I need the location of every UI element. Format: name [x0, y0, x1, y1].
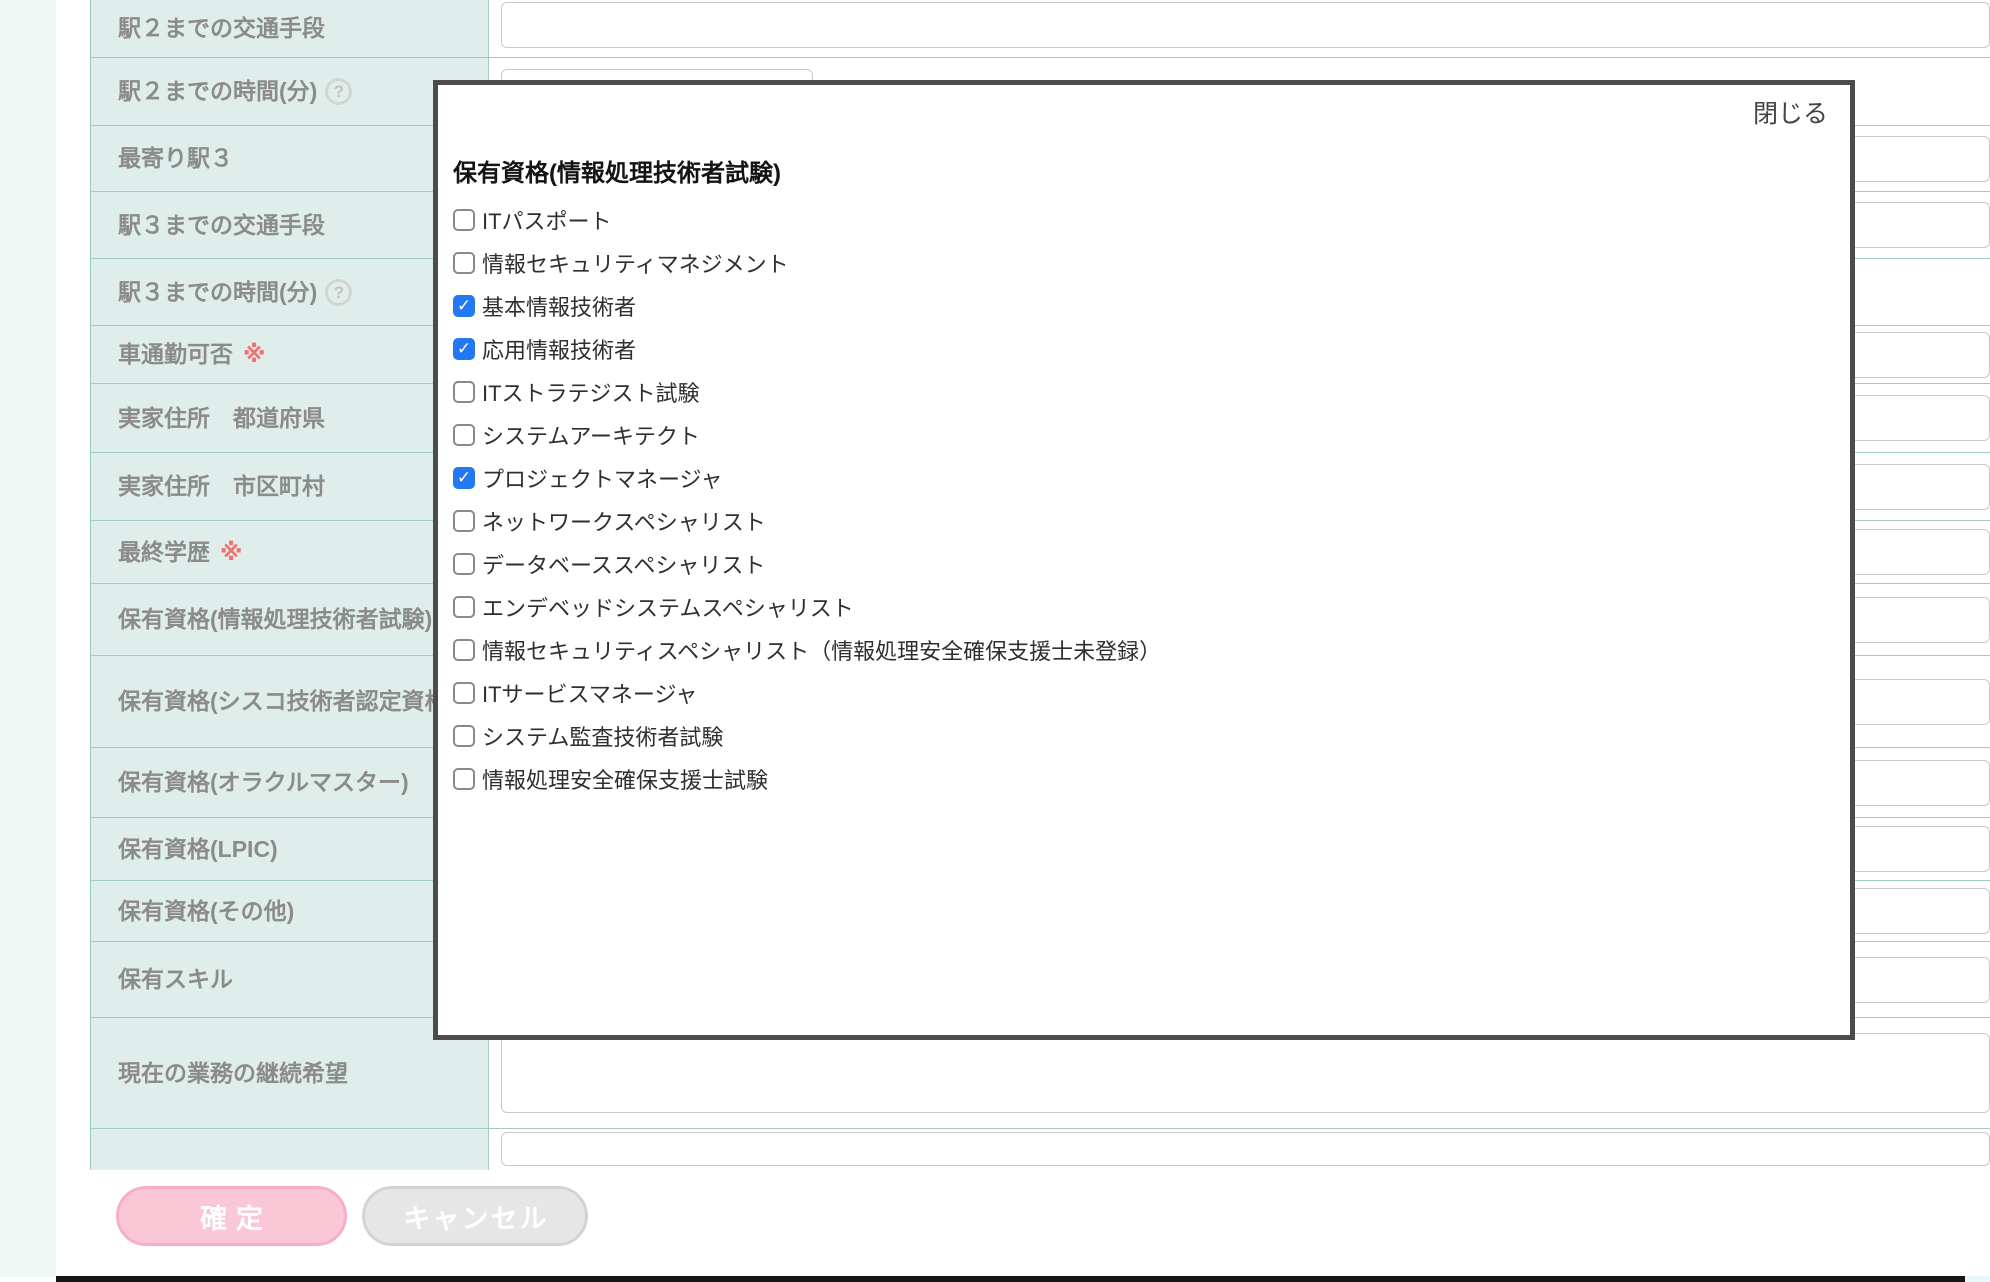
row-label-text: 実家住所 市区町村 [118, 471, 325, 502]
checkbox-label[interactable]: 情報セキュリティスペシャリスト（情報処理安全確保支援士未登録） [482, 634, 1161, 666]
row-label: 保有資格(シスコ技術者認定資格) [90, 656, 489, 747]
checkbox[interactable]: ✓ [453, 338, 475, 360]
row-label-text: 保有資格(オラクルマスター) [118, 767, 409, 798]
row-label-text: 保有資格(LPIC) [118, 834, 278, 865]
qualification-modal: 閉じる 保有資格(情報処理技術者試験) ITパスポート 情報セキュリティマネジメ… [433, 80, 1855, 1040]
row-label-text: 最終学歴 [118, 537, 210, 568]
checkbox-item: 情報セキュリティマネジメント [453, 241, 1828, 284]
row-label: 駅３までの交通手段 [90, 192, 489, 258]
row-label: 駅３までの時間(分) ? [90, 259, 489, 325]
text-input[interactable] [501, 1132, 1990, 1166]
table-row [90, 1128, 1990, 1170]
row-label [90, 1129, 489, 1170]
row-label-text: 駅２までの交通手段 [118, 13, 325, 44]
checkbox-label[interactable]: データベーススペシャリスト [482, 548, 765, 580]
checkbox[interactable] [453, 381, 475, 403]
row-label: 実家住所 市区町村 [90, 453, 489, 520]
footer-bar [56, 1276, 1965, 1282]
checkbox-label[interactable]: ITストラテジスト試験 [482, 376, 700, 408]
row-label-text: 駅３までの交通手段 [118, 210, 325, 241]
checkbox-label[interactable]: ITサービスマネージャ [482, 677, 697, 709]
page: 駅２までの交通手段 駅２までの時間(分) ? 最寄り駅３ [0, 0, 1990, 1282]
checkbox[interactable]: ✓ [453, 295, 475, 317]
checkbox-item: システムアーキテクト [453, 413, 1828, 456]
help-icon[interactable]: ? [325, 279, 352, 306]
checkbox-label[interactable]: エンデベッドシステムスペシャリスト [482, 591, 854, 623]
cancel-button[interactable]: キャンセル [362, 1186, 588, 1246]
row-label-text: 実家住所 都道府県 [118, 403, 325, 434]
row-label: 保有資格(LPIC) [90, 818, 489, 880]
row-label-text: 駅３までの時間(分) [118, 277, 317, 308]
row-label: 最寄り駅３ [90, 126, 489, 191]
checkbox-item: ITパスポート [453, 198, 1828, 241]
row-label: 現在の業務の継続希望 [90, 1018, 489, 1128]
row-label: 保有スキル [90, 942, 489, 1017]
checkbox-list: ITパスポート 情報セキュリティマネジメント ✓ 基本情報技術者 ✓ 応用情報技… [453, 198, 1828, 800]
checkbox[interactable] [453, 424, 475, 446]
table-row: 駅２までの交通手段 [90, 0, 1990, 57]
row-label: 車通勤可否 ※ [90, 326, 489, 383]
checkbox-item: ITサービスマネージャ [453, 671, 1828, 714]
checkbox[interactable] [453, 553, 475, 575]
checkbox-item: システム監査技術者試験 [453, 714, 1828, 757]
checkbox[interactable] [453, 725, 475, 747]
row-label: 実家住所 都道府県 [90, 384, 489, 452]
checkbox-item: エンデベッドシステムスペシャリスト [453, 585, 1828, 628]
modal-title: 保有資格(情報処理技術者試験) [453, 153, 1828, 188]
checkbox[interactable] [453, 639, 475, 661]
checkbox[interactable] [453, 682, 475, 704]
checkbox-label[interactable]: 情報セキュリティマネジメント [482, 247, 789, 279]
checkbox-item: ✓ 応用情報技術者 [453, 327, 1828, 370]
checkbox[interactable] [453, 596, 475, 618]
checkbox-item: 情報セキュリティスペシャリスト（情報処理安全確保支援士未登録） [453, 628, 1828, 671]
row-label-text: 保有スキル [118, 964, 233, 995]
checkbox-label[interactable]: システム監査技術者試験 [482, 720, 723, 752]
checkbox[interactable] [453, 768, 475, 790]
required-mark: ※ [243, 339, 265, 370]
checkbox-item: ネットワークスペシャリスト [453, 499, 1828, 542]
row-label-text: 車通勤可否 [118, 339, 233, 370]
checkbox[interactable]: ✓ [453, 467, 475, 489]
footer-corner [1965, 1276, 1990, 1282]
text-input[interactable] [501, 1033, 1990, 1113]
confirm-button[interactable]: 確定 [116, 1186, 347, 1246]
checkbox-label[interactable]: ITパスポート [482, 204, 612, 236]
checkbox-label[interactable]: 基本情報技術者 [482, 290, 636, 322]
row-label-text: 保有資格(その他) [118, 896, 294, 927]
checkbox[interactable] [453, 252, 475, 274]
row-label: 保有資格(オラクルマスター) [90, 748, 489, 817]
row-label-text: 保有資格(シスコ技術者認定資格) [118, 686, 455, 717]
row-content [489, 1129, 1990, 1170]
help-icon[interactable]: ? [325, 78, 352, 105]
row-label: 駅２までの時間(分) ? [90, 58, 489, 125]
required-mark: ※ [220, 537, 242, 568]
checkbox[interactable] [453, 209, 475, 231]
checkbox[interactable] [453, 510, 475, 532]
row-content [489, 0, 1990, 57]
checkbox-label[interactable]: システムアーキテクト [482, 419, 700, 451]
checkbox-label[interactable]: 情報処理安全確保支援士試験 [482, 763, 768, 795]
checkbox-label[interactable]: 応用情報技術者 [482, 333, 636, 365]
left-gutter [0, 0, 56, 1277]
checkbox-item: ✓ プロジェクトマネージャ [453, 456, 1828, 499]
checkbox-label[interactable]: プロジェクトマネージャ [482, 462, 722, 494]
row-label: 保有資格(その他) [90, 881, 489, 941]
row-label: 保有資格(情報処理技術者試験) [90, 584, 489, 655]
checkbox-label[interactable]: ネットワークスペシャリスト [482, 505, 766, 537]
row-label-text: 最寄り駅３ [118, 143, 233, 174]
text-input[interactable] [501, 2, 1990, 48]
close-button[interactable]: 閉じる [453, 97, 1828, 131]
row-label-text: 駅２までの時間(分) [118, 76, 317, 107]
checkbox-item: データベーススペシャリスト [453, 542, 1828, 585]
checkbox-item: 情報処理安全確保支援士試験 [453, 757, 1828, 800]
row-label-text: 保有資格(情報処理技術者試験) [118, 604, 432, 635]
checkbox-item: ITストラテジスト試験 [453, 370, 1828, 413]
row-label-text: 現在の業務の継続希望 [118, 1058, 348, 1089]
row-label: 最終学歴 ※ [90, 521, 489, 583]
checkbox-item: ✓ 基本情報技術者 [453, 284, 1828, 327]
row-label: 駅２までの交通手段 [90, 0, 489, 57]
